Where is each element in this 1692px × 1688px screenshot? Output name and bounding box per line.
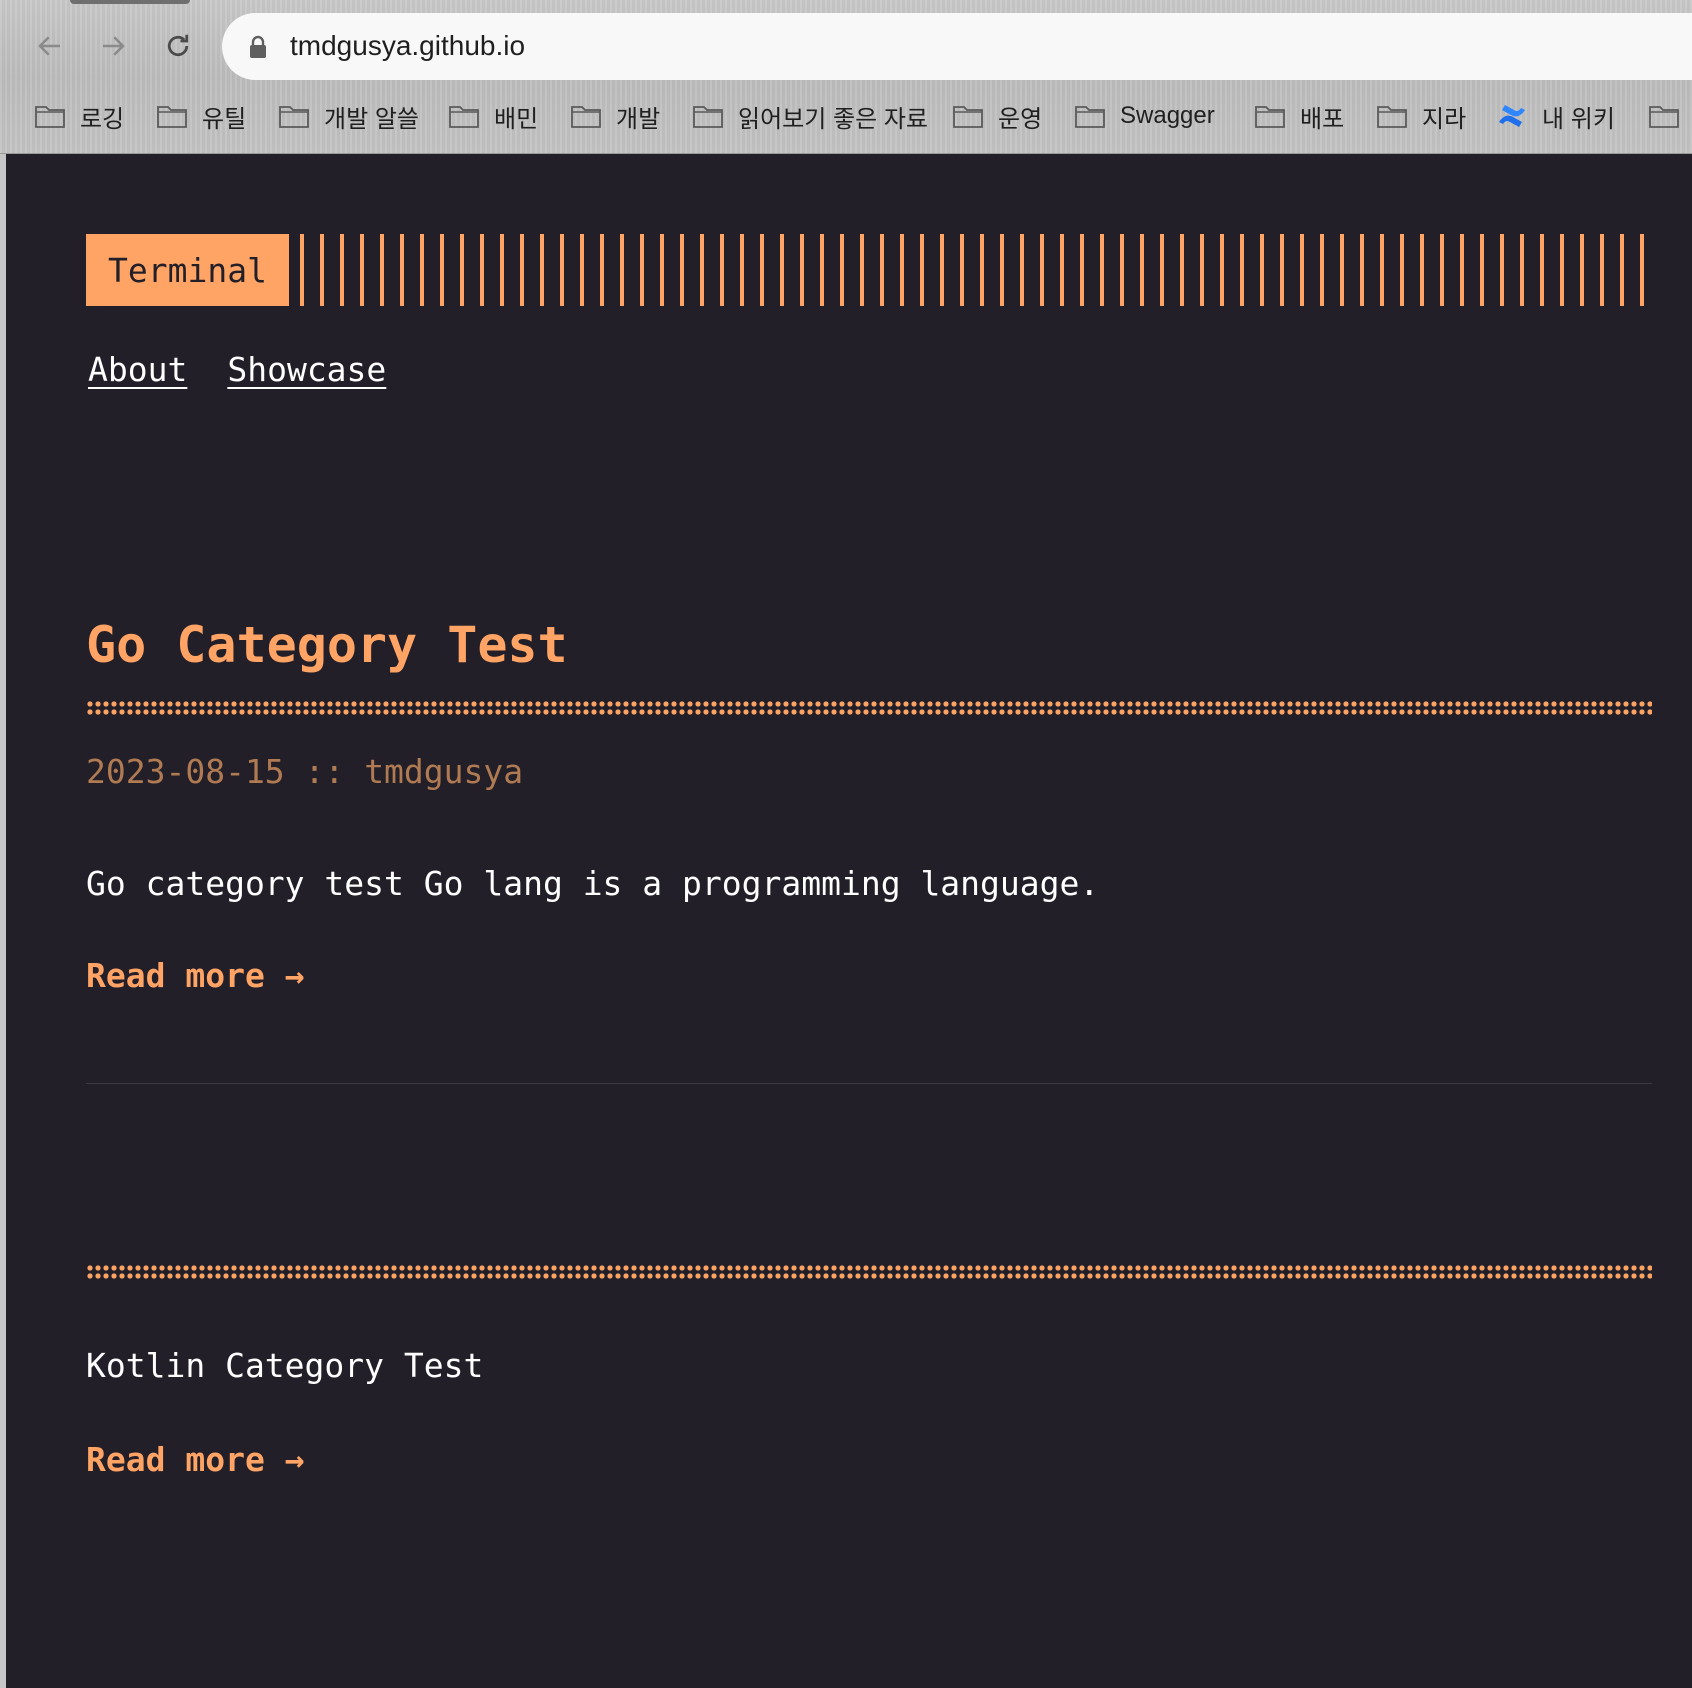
bookmark-label: 지라: [1422, 105, 1467, 133]
arrow-left-icon: [38, 36, 60, 56]
reload-icon: [167, 34, 189, 57]
post-date: 2023-08-15: [86, 752, 285, 791]
reload-button[interactable]: [158, 26, 198, 66]
address-bar[interactable]: tmdgusya.github.io: [222, 13, 1692, 80]
arrow-right-icon: [103, 36, 125, 56]
folder-icon: [35, 106, 65, 128]
browser-tab[interactable]: [70, 0, 190, 4]
bookmark-item[interactable]: 배포: [1254, 98, 1344, 134]
bookmark-label: 로깅: [80, 105, 125, 133]
bookmark-item[interactable]: 내 위키: [1496, 98, 1615, 134]
browser-chrome: tmdgusya.github.io 로깅 유틸 개발 알쓸 배민 개발 읽어보…: [0, 0, 1692, 154]
bookmark-item[interactable]: 개발: [570, 98, 660, 134]
bookmark-label: 개발 알쓸: [324, 105, 419, 133]
post-divider: [86, 1083, 1652, 1084]
folder-icon: [571, 106, 601, 128]
folder-icon: [449, 106, 479, 128]
post-author: tmdgusya: [364, 752, 524, 791]
lock-icon: [250, 35, 266, 58]
folder-icon: [279, 106, 309, 128]
post-content: Kotlin Category Test: [86, 1346, 484, 1385]
menu-item-about[interactable]: About: [88, 350, 187, 389]
bookmark-item[interactable]: [1648, 98, 1692, 134]
folder-icon: [1649, 106, 1679, 128]
bookmark-label: 운영: [998, 105, 1043, 133]
folder-icon: [157, 106, 187, 128]
url-text: tmdgusya.github.io: [290, 30, 526, 61]
site-menu: About Showcase: [88, 350, 386, 389]
bookmark-item[interactable]: 개발 알쓸: [278, 98, 419, 134]
bookmark-item[interactable]: 지라: [1376, 98, 1466, 134]
bookmarks-bar: 로깅 유틸 개발 알쓸 배민 개발 읽어보기 좋은 자료 운영 Swagger: [0, 92, 1692, 140]
back-button[interactable]: [30, 26, 70, 66]
read-more-link[interactable]: Read more →: [86, 956, 305, 995]
bookmark-item[interactable]: 배민: [448, 98, 538, 134]
folder-icon: [953, 106, 983, 128]
bookmark-label: 내 위키: [1542, 105, 1615, 133]
bookmark-label: Swagger: [1120, 102, 1215, 129]
bookmark-label: 배포: [1300, 105, 1345, 133]
title-dotted-underline: [86, 700, 1652, 716]
forward-button[interactable]: [93, 26, 133, 66]
folder-icon: [1377, 106, 1407, 128]
bookmark-item[interactable]: Swagger: [1074, 98, 1215, 134]
site-logo[interactable]: Terminal: [86, 234, 289, 306]
read-more-link[interactable]: Read more →: [86, 1440, 305, 1479]
meta-separator: ::: [304, 752, 345, 791]
title-dotted-underline: [86, 1264, 1652, 1280]
post-meta: 2023-08-15 :: tmdgusya: [86, 752, 523, 791]
logo-bars-decoration: [300, 234, 1654, 306]
post-content: Go category test Go lang is a programmin…: [86, 864, 1100, 903]
bookmark-label: 배민: [494, 105, 539, 133]
bookmark-label: 유틸: [202, 105, 247, 133]
bookmark-label: 읽어보기 좋은 자료: [738, 105, 928, 133]
menu-item-showcase[interactable]: Showcase: [227, 350, 386, 389]
bookmark-item[interactable]: 읽어보기 좋은 자료: [692, 98, 928, 134]
bookmark-label: 개발: [616, 105, 661, 133]
folder-icon: [1075, 106, 1105, 128]
folder-icon: [693, 106, 723, 128]
post-title[interactable]: Go Category Test: [86, 616, 568, 674]
window-edge: [0, 154, 6, 1688]
confluence-icon: [1499, 105, 1525, 127]
bookmark-item[interactable]: 운영: [952, 98, 1042, 134]
folder-icon: [1255, 106, 1285, 128]
bookmark-item[interactable]: 로깅: [34, 98, 124, 134]
bookmark-item[interactable]: 유틸: [156, 98, 246, 134]
